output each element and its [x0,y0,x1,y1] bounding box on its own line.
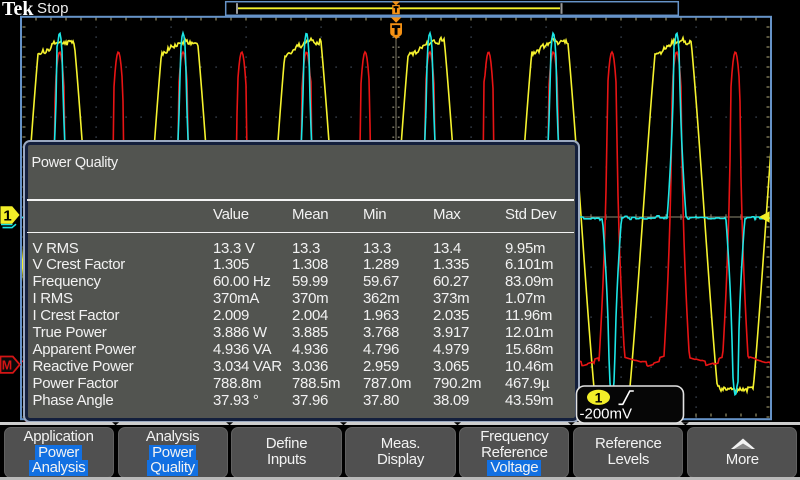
svg-text:1: 1 [3,208,11,225]
svg-text:M: M [2,359,12,373]
